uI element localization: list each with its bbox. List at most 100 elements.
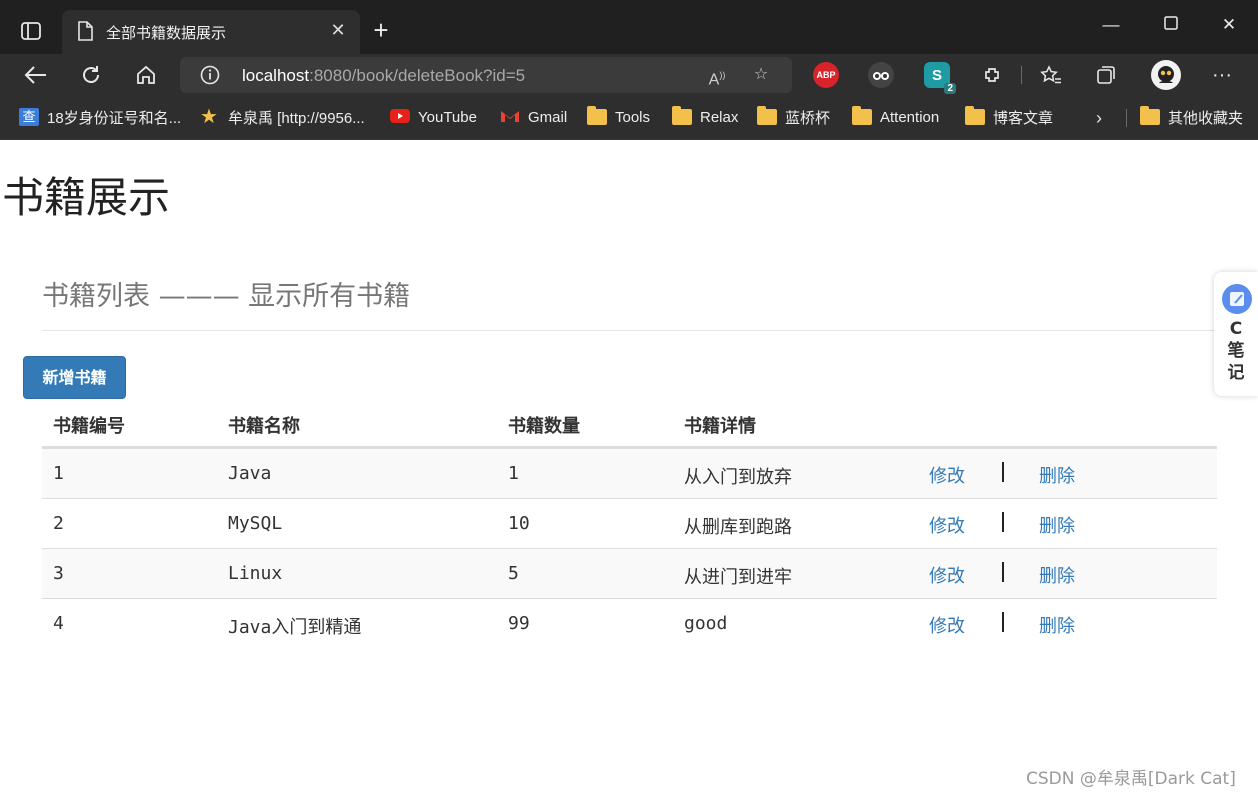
- bookmark-label: 其他收藏夹: [1168, 109, 1244, 127]
- cell-detail: good: [684, 613, 728, 634]
- maximize-icon[interactable]: [1158, 12, 1184, 38]
- cell-detail: 从进门到进牢: [684, 567, 792, 588]
- add-favorite-icon[interactable]: ☆: [750, 64, 772, 86]
- edit-link[interactable]: 修改: [929, 562, 965, 588]
- books-table: 书籍编号 书籍名称 书籍数量 书籍详情 1 Java 1 从入门到放弃 修改 删…: [42, 398, 1217, 648]
- page-subtitle: 书籍列表 ——— 显示所有书籍: [42, 281, 411, 312]
- link-separator: [1002, 562, 1004, 582]
- read-aloud-icon[interactable]: A)): [706, 64, 728, 88]
- table-header: 书籍编号 书籍名称 书籍数量 书籍详情: [42, 398, 1217, 448]
- delete-link[interactable]: 删除: [1039, 462, 1075, 488]
- query-icon: 查: [19, 108, 39, 126]
- site-info-icon[interactable]: [200, 65, 220, 85]
- divider: [42, 330, 1217, 331]
- column-header: 书籍数量: [508, 416, 580, 437]
- table-row: 3 Linux 5 从进门到进牢 修改 删除: [42, 548, 1217, 598]
- folder-icon: [965, 106, 985, 125]
- cell-detail: 从删库到跑路: [684, 517, 792, 538]
- cell-name: Java入门到精通: [228, 617, 362, 638]
- folder-icon: [1140, 106, 1160, 125]
- new-tab-button[interactable]: +: [368, 17, 394, 44]
- folder-icon: [587, 106, 607, 125]
- cell-id: 4: [53, 613, 64, 634]
- s-extension-icon[interactable]: S 2: [924, 62, 956, 94]
- delete-link[interactable]: 删除: [1039, 612, 1075, 638]
- close-tab-icon[interactable]: ✕: [328, 20, 348, 40]
- column-header: 书籍详情: [684, 416, 756, 437]
- adblock-extension-icon[interactable]: ABP: [813, 62, 839, 88]
- bookmark-label: Tools: [615, 108, 651, 126]
- browser-tab-active[interactable]: 全部书籍数据展示 ✕: [62, 10, 360, 54]
- extensions-icon[interactable]: [977, 60, 1007, 90]
- table-row: 4 Java入门到精通 99 good 修改 删除: [42, 598, 1217, 648]
- bookmark-item[interactable]: ★ 牟泉禹 [http://9956...: [200, 106, 365, 128]
- edit-link[interactable]: 修改: [929, 462, 965, 488]
- bookmark-folder[interactable]: Attention: [852, 106, 939, 128]
- collections-icon[interactable]: [1091, 60, 1121, 90]
- link-separator: [1002, 612, 1004, 632]
- bookmark-label: Attention: [880, 108, 940, 126]
- cell-count: 99: [508, 613, 530, 634]
- tab-title: 全部书籍数据展示: [106, 25, 227, 42]
- bookmark-folder-other[interactable]: 其他收藏夹: [1140, 106, 1243, 128]
- url-path: :8080/book/deleteBook?id=5: [309, 66, 526, 85]
- folder-icon: [757, 106, 777, 125]
- url-host: localhost: [242, 66, 310, 85]
- bookmark-item[interactable]: Gmail: [500, 106, 567, 128]
- folder-icon: [672, 106, 692, 125]
- more-menu-icon[interactable]: ···: [1207, 60, 1237, 90]
- delete-link[interactable]: 删除: [1039, 512, 1075, 538]
- page-content: 书籍展示 书籍列表 ——— 显示所有书籍 新增书籍 书籍编号 书籍名称 书籍数量…: [0, 140, 1258, 794]
- bookmarks-separator: [1126, 109, 1127, 127]
- cell-id: 2: [53, 513, 64, 534]
- favorites-icon[interactable]: [1036, 60, 1066, 90]
- c-notes-widget[interactable]: C笔记: [1214, 272, 1258, 396]
- bookmark-item[interactable]: YouTube: [390, 106, 477, 128]
- edit-link[interactable]: 修改: [929, 512, 965, 538]
- url-text: localhost:8080/book/deleteBook?id=5: [242, 66, 525, 86]
- bookmark-folder[interactable]: Tools: [587, 106, 650, 128]
- cell-detail: 从入门到放弃: [684, 467, 792, 488]
- close-window-icon[interactable]: ✕: [1216, 12, 1242, 38]
- cell-name: Java: [228, 463, 272, 484]
- bookmark-folder[interactable]: Relax: [672, 106, 738, 128]
- add-book-button[interactable]: 新增书籍: [23, 356, 126, 399]
- bookmark-label: 18岁身份证号和名...: [47, 109, 182, 127]
- address-bar[interactable]: localhost:8080/book/deleteBook?id=5 A)) …: [180, 57, 792, 93]
- youtube-icon: [390, 108, 410, 126]
- profile-avatar[interactable]: [1151, 60, 1181, 90]
- page-icon: [76, 21, 94, 41]
- cell-count: 1: [508, 463, 519, 484]
- home-icon[interactable]: [131, 60, 161, 90]
- tampermonkey-extension-icon[interactable]: [868, 62, 894, 88]
- note-pen-icon: [1222, 284, 1252, 314]
- cell-id: 3: [53, 563, 64, 584]
- link-separator: [1002, 462, 1004, 482]
- page-title: 书籍展示: [2, 173, 171, 222]
- column-header: 书籍编号: [53, 416, 125, 437]
- bookmark-label: YouTube: [418, 108, 477, 126]
- star-icon: ★: [200, 106, 218, 128]
- c-notes-label: C笔记: [1227, 319, 1245, 383]
- bookmark-folder[interactable]: 博客文章: [965, 106, 1053, 128]
- table-row: 2 MySQL 10 从删库到跑路 修改 删除: [42, 498, 1217, 548]
- toolbar-separator: [1021, 66, 1022, 84]
- bookmark-label: 蓝桥杯: [785, 109, 831, 127]
- tab-actions-icon[interactable]: [20, 20, 42, 42]
- delete-link[interactable]: 删除: [1039, 562, 1075, 588]
- refresh-icon[interactable]: [76, 60, 106, 90]
- bookmarks-bar: 查 18岁身份证号和名... ★ 牟泉禹 [http://9956... You…: [0, 96, 1258, 140]
- back-icon[interactable]: [21, 60, 51, 90]
- bookmark-folder[interactable]: 蓝桥杯: [757, 106, 830, 128]
- minimize-icon[interactable]: —: [1098, 12, 1124, 38]
- edit-link[interactable]: 修改: [929, 612, 965, 638]
- link-separator: [1002, 512, 1004, 532]
- bookmark-item[interactable]: 查 18岁身份证号和名...: [19, 106, 181, 128]
- chevron-right-icon[interactable]: ›: [1096, 108, 1102, 129]
- cell-count: 10: [508, 513, 530, 534]
- cell-id: 1: [53, 463, 64, 484]
- gmail-icon: [500, 108, 520, 126]
- cell-name: Linux: [228, 563, 283, 584]
- browser-titlebar: 全部书籍数据展示 ✕ + — ✕: [0, 0, 1258, 54]
- watermark: CSDN @牟泉禹[Dark Cat]: [1026, 769, 1236, 789]
